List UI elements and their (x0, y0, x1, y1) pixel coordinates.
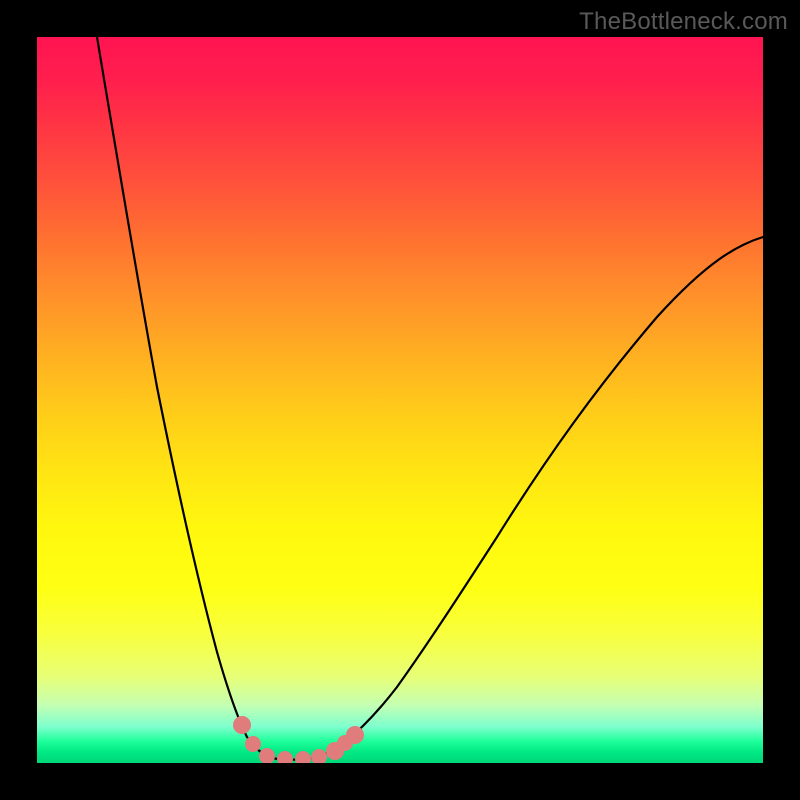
plot-area (37, 37, 763, 763)
watermark-text: TheBottleneck.com (579, 8, 788, 36)
marker-point (277, 751, 293, 763)
chart-frame: TheBottleneck.com (0, 0, 800, 800)
marker-group (233, 716, 364, 763)
marker-point (233, 716, 251, 734)
marker-point (245, 736, 261, 752)
marker-point (311, 749, 327, 763)
marker-point (295, 751, 311, 763)
curve-svg (37, 37, 763, 763)
marker-point (259, 748, 275, 763)
bottleneck-curve (97, 37, 763, 760)
marker-point (346, 726, 364, 744)
